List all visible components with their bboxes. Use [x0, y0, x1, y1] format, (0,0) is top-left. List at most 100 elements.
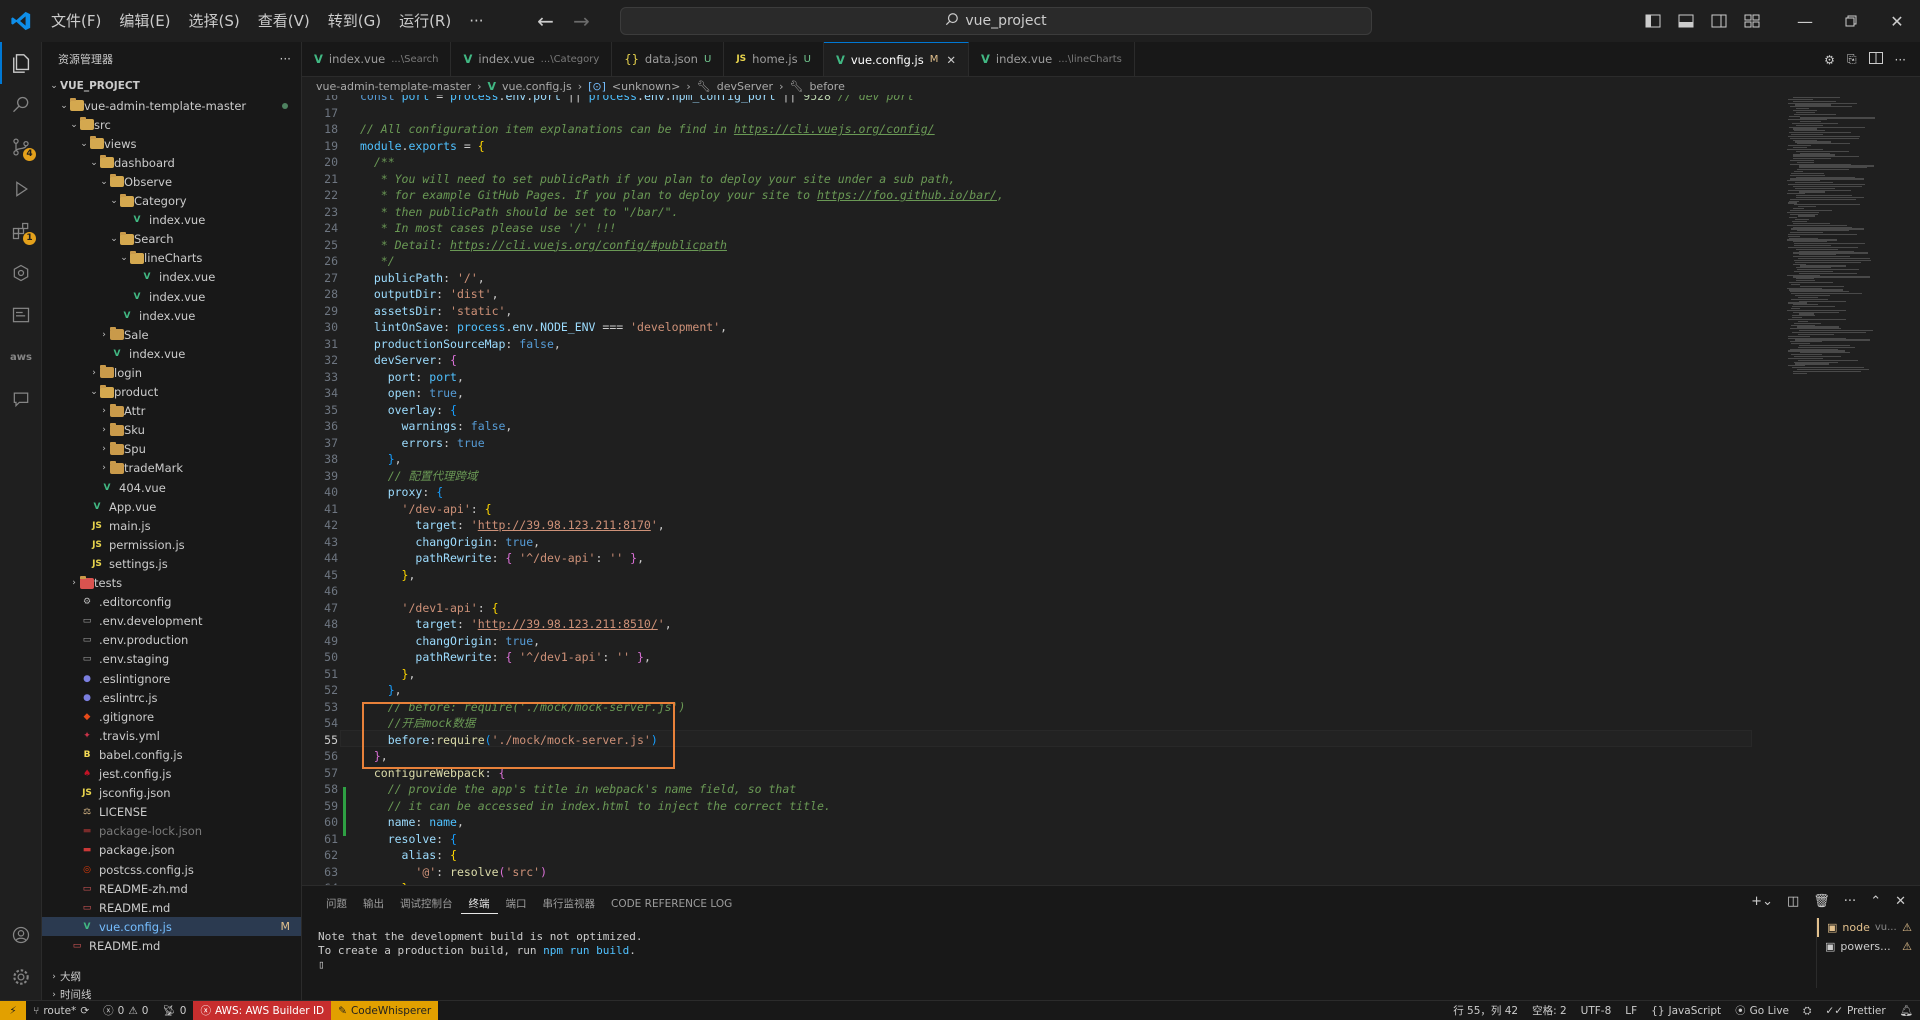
tab-ports[interactable]: 端口 [498, 894, 535, 914]
tab-code-reference-log[interactable]: CODE REFERENCE LOG [603, 894, 740, 914]
tree-file[interactable]: ✦ .travis.yml [42, 726, 301, 745]
toggle-primary-sidebar-icon[interactable] [1636, 0, 1669, 42]
terminal-output[interactable]: Note that the development build is not o… [318, 930, 643, 972]
menu-file[interactable]: 文件(F) [42, 0, 110, 42]
outline-section[interactable]: › 大纲 [42, 967, 301, 986]
menu-selection[interactable]: 选择(S) [180, 0, 249, 42]
tree-file[interactable]: Vvue.config.js M [42, 917, 301, 937]
menu-go[interactable]: 转到(G) [319, 0, 390, 42]
tree-file[interactable]: ▭ .env.development [42, 612, 301, 631]
tree-file[interactable]: Vindex.vue [42, 344, 301, 363]
minimize-icon[interactable]: — [1782, 0, 1828, 42]
serial-monitor-icon[interactable] [0, 294, 42, 336]
tree-file[interactable]: ▬ package.json [42, 841, 301, 860]
tree-file[interactable]: ▭ .env.production [42, 631, 301, 650]
editor-tab[interactable]: Vindex.vue ...\lineCharts [969, 42, 1135, 76]
tree-folder[interactable]: ⌄ src [42, 115, 301, 134]
aws-icon[interactable]: aws [0, 336, 42, 378]
minimap[interactable] [1782, 95, 1920, 885]
project-root[interactable]: ⌄ VUE_PROJECT [42, 76, 301, 95]
copilot-icon[interactable]: ⛭ [1796, 1001, 1818, 1020]
tree-folder[interactable]: ⌄ Search [42, 230, 301, 249]
tree-file[interactable]: ▭ README.md [42, 936, 301, 955]
tree-file[interactable]: JS permission.js [42, 535, 301, 554]
tree-file[interactable]: ◎ postcss.config.js [42, 860, 301, 879]
cursor-position[interactable]: 行 55，列 42 [1446, 1001, 1525, 1020]
chat-icon[interactable] [0, 378, 42, 420]
breadcrumb-symbol[interactable]: before [809, 80, 844, 93]
tree-file[interactable]: Vindex.vue [42, 287, 301, 306]
branch-indicator[interactable]: ⑂ route* ⟳ [26, 1001, 96, 1020]
menu-edit[interactable]: 编辑(E) [110, 0, 179, 42]
split-terminal-icon[interactable]: ◫ [1787, 894, 1799, 909]
remote-explorer-icon[interactable] [0, 252, 42, 294]
tree-file[interactable]: ⚙ .editorconfig [42, 593, 301, 612]
tree-file[interactable]: ▭ .env.staging [42, 650, 301, 669]
source-control-icon[interactable]: 4 [0, 126, 42, 168]
tree-file[interactable]: ▭ README.md [42, 898, 301, 917]
problems-indicator[interactable]: ⓧ 0 ⚠ 0 [96, 1001, 155, 1020]
explorer-icon[interactable] [0, 42, 42, 84]
tree-folder[interactable]: › Sale [42, 325, 301, 344]
menu-view[interactable]: 查看(V) [249, 0, 319, 42]
editor-tab[interactable]: Vvue.config.js M ✕ [823, 42, 969, 76]
close-panel-icon[interactable]: ✕ [1895, 894, 1906, 909]
tree-file[interactable]: V 404.vue [42, 478, 301, 497]
tree-folder[interactable]: ⌄ product [42, 383, 301, 402]
panel-more-icon[interactable]: ··· [1844, 894, 1856, 909]
timeline-section[interactable]: › 时间线 [42, 985, 301, 1000]
editor-tab[interactable]: Vindex.vue ...\Category [451, 42, 613, 76]
tree-file[interactable]: ● .eslintignore [42, 669, 301, 688]
tree-folder[interactable]: ⌄ Category [42, 192, 301, 211]
aws-connection[interactable]: ⓧ AWS: AWS Builder ID [193, 1000, 332, 1020]
tree-folder[interactable]: › tradeMark [42, 459, 301, 478]
tree-file[interactable]: JS jsconfig.json [42, 784, 301, 803]
new-terminal-icon[interactable]: +⌄ [1751, 894, 1773, 909]
tree-file[interactable]: ◆ .gitignore [42, 707, 301, 726]
editor-tab[interactable]: {} data.json U [612, 42, 725, 76]
tree-folder[interactable]: › tests [42, 574, 301, 593]
customize-layout-icon[interactable] [1735, 0, 1768, 42]
tab-output[interactable]: 输出 [355, 894, 392, 914]
back-arrow-icon[interactable]: ← [533, 9, 559, 33]
maximize-panel-icon[interactable]: ⌃ [1870, 894, 1881, 909]
account-icon[interactable] [0, 914, 42, 956]
ports-indicator[interactable]: 📡︎ 0 [155, 1001, 193, 1020]
indentation[interactable]: 空格: 2 [1525, 1001, 1574, 1020]
search-view-icon[interactable] [0, 84, 42, 126]
editor-tab[interactable]: Vindex.vue ...\Search [302, 42, 452, 76]
tree-folder[interactable]: ⌄ views [42, 134, 301, 153]
prettier-status[interactable]: ✓✓ Prettier [1818, 1001, 1892, 1020]
toggle-panel-icon[interactable] [1669, 0, 1702, 42]
tree-folder[interactable]: ⌄ Observe [42, 172, 301, 191]
tree-folder[interactable]: › Sku [42, 421, 301, 440]
tab-terminal[interactable]: 终端 [460, 894, 498, 914]
sidebar-more-button[interactable]: ··· [280, 52, 291, 66]
notifications-bell-icon[interactable]: 🔔︎ [1893, 1001, 1920, 1020]
tree-file[interactable]: Vindex.vue [42, 211, 301, 230]
manage-gear-icon[interactable] [0, 956, 42, 998]
tab-debug-console[interactable]: 调试控制台 [392, 894, 461, 914]
command-center-search[interactable]: vue_project [620, 7, 1372, 35]
tree-folder[interactable]: ⌄ lineCharts [42, 249, 301, 268]
tree-file[interactable]: ● .eslintrc.js [42, 688, 301, 707]
tree-file[interactable]: Vindex.vue [42, 306, 301, 325]
extensions-icon[interactable]: 1 [0, 210, 42, 252]
restore-icon[interactable] [1828, 0, 1874, 42]
terminal-item-powershell[interactable]: ▣ powers... ⚠ [1817, 937, 1920, 956]
go-live-button[interactable]: ⦿ Go Live [1728, 1001, 1796, 1020]
menu-run[interactable]: 运行(R) [390, 0, 460, 42]
compare-icon[interactable]: ⎘ [1847, 52, 1857, 67]
forward-arrow-icon[interactable]: → [569, 9, 595, 33]
breadcrumb-folder[interactable]: vue-admin-template-master [316, 80, 471, 93]
tree-file[interactable]: ⚖ LICENSE [42, 803, 301, 822]
tree-folder[interactable]: ⌄ vue-admin-template-master [42, 96, 301, 115]
tree-file[interactable]: ♠ jest.config.js [42, 765, 301, 784]
encoding[interactable]: UTF-8 [1574, 1001, 1619, 1020]
tree-file[interactable]: JS settings.js [42, 554, 301, 573]
kill-terminal-icon[interactable]: 🗑︎ [1813, 894, 1830, 909]
tab-serial-monitor[interactable]: 串行监视器 [535, 894, 604, 914]
tab-problems[interactable]: 问题 [318, 894, 355, 914]
end-of-line[interactable]: LF [1618, 1001, 1644, 1020]
close-tab-icon[interactable]: ✕ [946, 53, 956, 67]
